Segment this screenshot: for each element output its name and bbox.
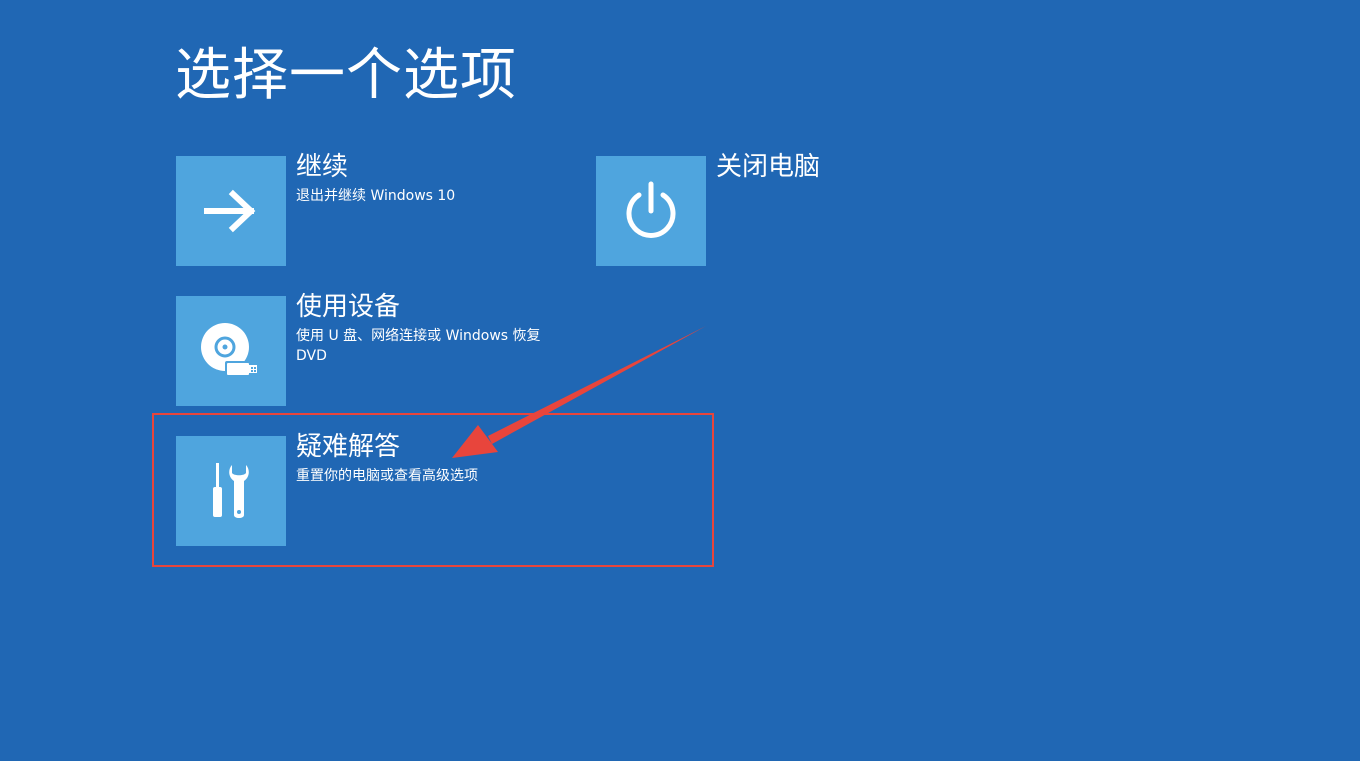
option-shutdown-label: 关闭电脑 bbox=[716, 152, 821, 182]
option-use-device[interactable]: 使用设备 使用 U 盘、网络连接或 Windows 恢复 DVD bbox=[176, 292, 596, 406]
page-title: 选择一个选项 bbox=[175, 43, 517, 108]
option-continue-label: 继续 bbox=[296, 152, 349, 182]
arrow-right-icon bbox=[204, 189, 256, 233]
disc-usb-icon bbox=[201, 323, 257, 377]
option-troubleshoot-description: 重置你的电脑或查看高级选项 bbox=[296, 468, 478, 484]
option-shutdown[interactable]: 关闭电脑 bbox=[596, 152, 896, 266]
option-use-device-description: 使用 U 盘、网络连接或 Windows 恢复 DVD bbox=[296, 328, 541, 364]
recovery-screen: 选择一个选项 继续 退出并继续 Windows 10 关闭电脑 使用设备 使用 … bbox=[0, 0, 1360, 761]
option-troubleshoot-tile[interactable] bbox=[176, 436, 286, 546]
option-shutdown-tile[interactable] bbox=[596, 156, 706, 266]
option-continue[interactable]: 继续 退出并继续 Windows 10 bbox=[176, 152, 596, 266]
option-troubleshoot-label: 疑难解答 bbox=[296, 432, 401, 462]
option-use-device-tile[interactable] bbox=[176, 296, 286, 406]
option-continue-tile[interactable] bbox=[176, 156, 286, 266]
power-icon bbox=[626, 181, 676, 238]
tools-icon bbox=[213, 463, 249, 518]
option-troubleshoot[interactable]: 疑难解答 重置你的电脑或查看高级选项 bbox=[176, 432, 596, 546]
option-continue-description: 退出并继续 Windows 10 bbox=[296, 188, 456, 204]
option-use-device-label: 使用设备 bbox=[296, 292, 401, 322]
